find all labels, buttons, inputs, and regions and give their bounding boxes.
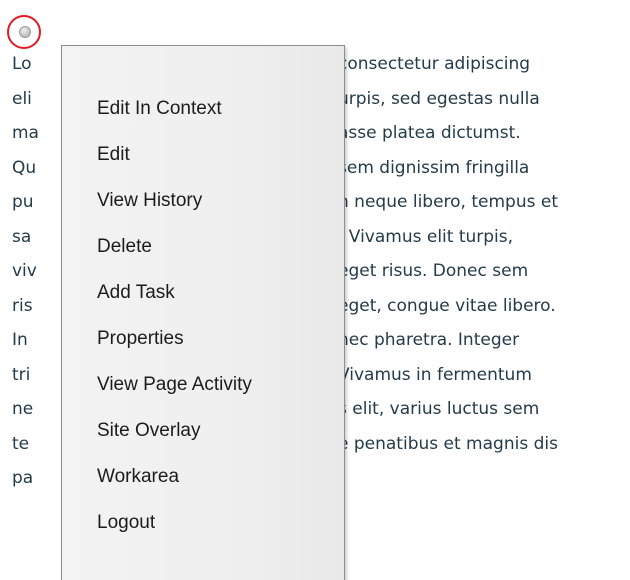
menu-item-edit[interactable]: Edit — [62, 132, 344, 178]
context-menu-trigger-button[interactable] — [7, 15, 41, 49]
content-line-left: te — [12, 433, 30, 454]
content-line-right: eget risus. Donec sem — [338, 261, 529, 281]
menu-item-label: Site Overlay — [97, 420, 201, 441]
content-line-right: nec pharetra. Integer — [338, 330, 520, 350]
content-line-left: Qu — [12, 157, 37, 178]
content-line-left: pu — [12, 192, 34, 212]
menu-item-label: Edit In Context — [97, 98, 222, 119]
content-line-left: ris — [12, 295, 33, 316]
menu-item-view-page-activity[interactable]: View Page Activity — [62, 362, 344, 408]
content-line-left: eli — [12, 88, 32, 109]
content-line-left: viv — [12, 261, 37, 281]
content-line-right: urpis, sed egestas nulla — [338, 88, 540, 109]
context-menu: Edit In Context Edit View History Delete… — [61, 45, 345, 580]
menu-item-label: Workarea — [97, 466, 180, 487]
content-line-left: pa — [12, 468, 34, 488]
content-line-right: e penatibus et magnis dis — [338, 433, 558, 454]
menu-item-label: Add Task — [97, 282, 175, 303]
menu-item-properties[interactable]: Properties — [62, 316, 344, 362]
content-line-left: In — [12, 330, 28, 350]
menu-item-add-task[interactable]: Add Task — [62, 270, 344, 316]
gray-circle-icon — [19, 26, 31, 38]
content-line-right: eget, congue vitae libero. — [338, 295, 556, 316]
menu-item-site-overlay[interactable]: Site Overlay — [62, 408, 344, 454]
content-line-left: Lo — [12, 54, 32, 74]
content-line-left: sa — [12, 226, 32, 247]
menu-item-delete[interactable]: Delete — [62, 224, 344, 270]
menu-item-workarea[interactable]: Workarea — [62, 454, 344, 500]
content-line-left: tri — [12, 364, 31, 385]
content-line-right: consectetur adipiscing — [338, 54, 531, 74]
menu-item-label: Delete — [97, 236, 152, 257]
menu-item-logout[interactable]: Logout — [62, 500, 344, 546]
content-line-right: n neque libero, tempus et — [338, 192, 558, 212]
content-line-right: sem dignissim fringilla — [338, 157, 530, 178]
content-line-left: ma — [12, 123, 39, 143]
content-line-right: Vivamus in fermentum — [338, 364, 532, 385]
menu-item-label: Edit — [97, 144, 130, 165]
content-line-right: asse platea dictumst. — [338, 123, 521, 143]
menu-item-label: View History — [97, 190, 203, 211]
content-line-right: s elit, varius luctus sem — [338, 399, 540, 419]
menu-item-label: Logout — [97, 512, 156, 533]
menu-item-edit-in-context[interactable]: Edit In Context — [62, 86, 344, 132]
menu-item-label: Properties — [97, 328, 184, 349]
menu-item-label: View Page Activity — [97, 374, 252, 395]
content-line-left: ne — [12, 399, 34, 419]
menu-item-view-history[interactable]: View History — [62, 178, 344, 224]
content-line-right: . Vivamus elit turpis, — [338, 226, 514, 247]
